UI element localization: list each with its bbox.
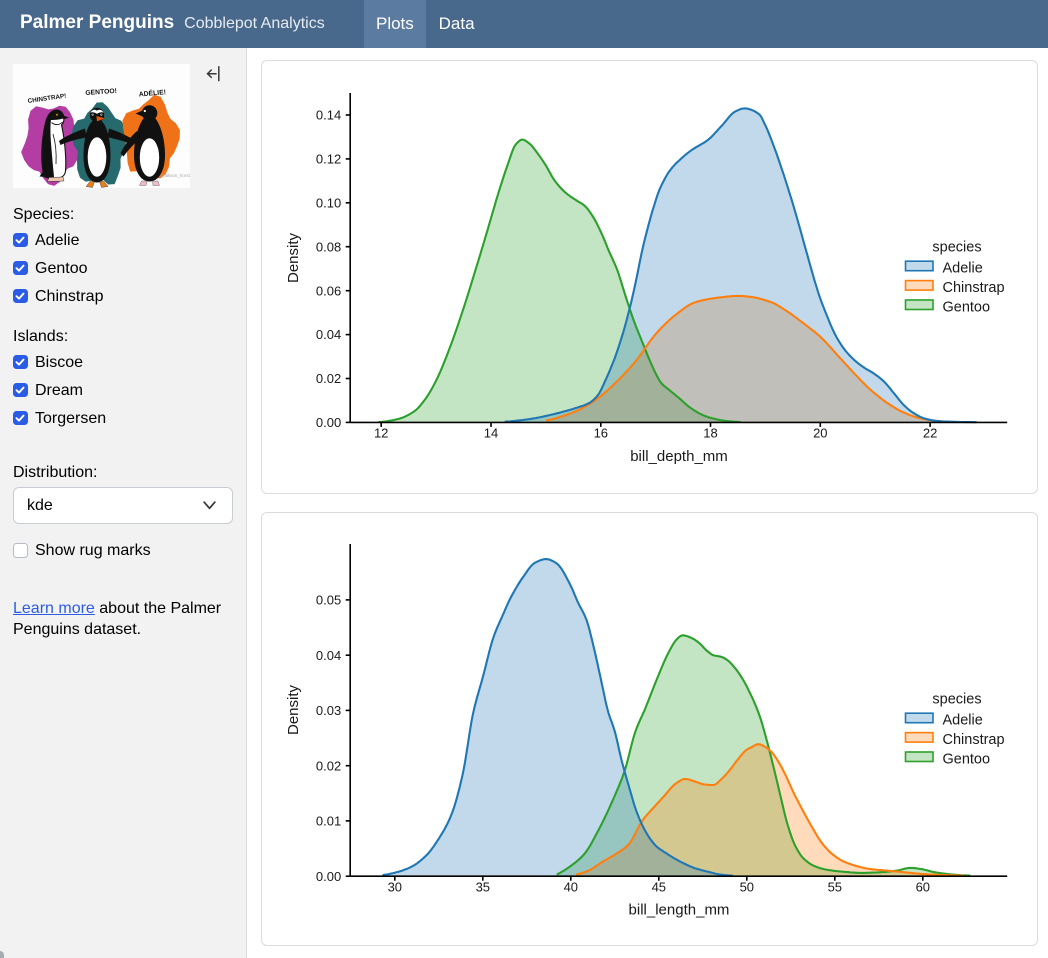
svg-text:Adelie: Adelie	[942, 713, 982, 729]
svg-text:0.08: 0.08	[315, 239, 340, 254]
svg-text:12: 12	[373, 426, 387, 441]
svg-text:0.00: 0.00	[315, 869, 340, 884]
svg-text:0.12: 0.12	[315, 152, 340, 167]
svg-text:Adelie: Adelie	[942, 261, 982, 277]
svg-text:0.01: 0.01	[315, 814, 340, 829]
svg-text:0.10: 0.10	[315, 195, 340, 210]
svg-text:16: 16	[593, 426, 607, 441]
svg-text:35: 35	[475, 880, 489, 895]
svg-text:0.05: 0.05	[315, 593, 340, 608]
svg-text:0.06: 0.06	[315, 283, 340, 298]
svg-text:@allison_horst: @allison_horst	[160, 173, 191, 178]
svg-text:Density: Density	[285, 232, 302, 283]
svg-text:0.02: 0.02	[315, 371, 340, 386]
svg-text:45: 45	[651, 880, 665, 895]
svg-text:0.04: 0.04	[315, 327, 340, 342]
svg-text:Density: Density	[285, 685, 302, 736]
svg-text:Gentoo: Gentoo	[942, 752, 990, 768]
svg-text:Chinstrap: Chinstrap	[942, 280, 1004, 296]
svg-text:0.00: 0.00	[315, 415, 340, 430]
svg-text:22: 22	[922, 426, 936, 441]
svg-text:14: 14	[483, 426, 497, 441]
svg-text:50: 50	[739, 880, 753, 895]
svg-text:18: 18	[703, 426, 717, 441]
svg-text:0.02: 0.02	[315, 759, 340, 774]
svg-text:55: 55	[827, 880, 841, 895]
svg-text:0.14: 0.14	[315, 108, 340, 123]
svg-text:30: 30	[387, 880, 401, 895]
svg-text:species: species	[932, 692, 981, 708]
svg-text:species: species	[932, 240, 981, 256]
svg-text:20: 20	[813, 426, 827, 441]
svg-text:60: 60	[915, 880, 929, 895]
svg-text:Chinstrap: Chinstrap	[942, 732, 1004, 748]
svg-text:40: 40	[563, 880, 577, 895]
svg-text:Gentoo: Gentoo	[942, 299, 990, 315]
svg-text:0.03: 0.03	[315, 703, 340, 718]
svg-text:bill_length_mm: bill_length_mm	[628, 902, 729, 919]
svg-text:0.04: 0.04	[315, 648, 340, 663]
svg-text:bill_depth_mm: bill_depth_mm	[630, 448, 728, 465]
